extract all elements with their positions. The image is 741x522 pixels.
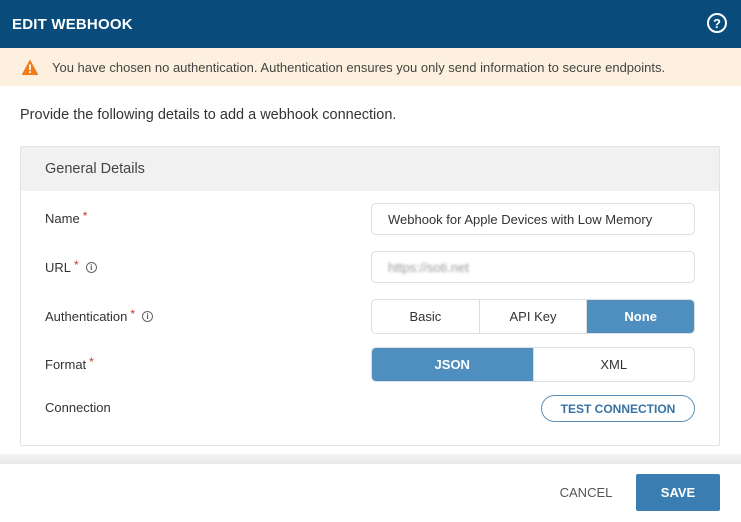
warning-text: You have chosen no authentication. Authe… — [52, 59, 666, 75]
connection-label: Connection — [45, 400, 111, 415]
authentication-label: Authentication * i — [45, 306, 154, 324]
required-marker: * — [82, 208, 88, 223]
dialog-footer — [0, 464, 741, 522]
test-connection-button[interactable]: TEST CONNECTION — [541, 395, 695, 422]
warning-banner: You have chosen no authentication. Authe… — [0, 48, 741, 86]
required-marker: * — [89, 354, 94, 369]
auth-option-none[interactable]: None — [587, 300, 694, 333]
section-title: General Details — [21, 147, 719, 191]
save-button[interactable]: SAVE — [636, 474, 720, 511]
info-icon[interactable]: i — [85, 262, 97, 273]
auth-option-api-key[interactable]: API Key — [480, 300, 588, 333]
warning-triangle-icon — [22, 59, 38, 75]
format-toggle: JSON XML — [371, 347, 695, 382]
format-label-text: Format — [45, 357, 87, 372]
format-option-xml[interactable]: XML — [534, 348, 695, 381]
url-input-value: https://soti.net — [388, 259, 469, 275]
format-label: Format * — [45, 354, 94, 373]
url-input[interactable]: https://soti.net — [371, 251, 695, 283]
footer-divider — [0, 454, 741, 464]
cancel-button[interactable]: CANCEL — [556, 475, 616, 510]
name-label-text: Name — [45, 211, 80, 226]
url-label: URL * i — [45, 257, 97, 275]
name-input[interactable]: Webhook for Apple Devices with Low Memor… — [371, 203, 695, 235]
connection-label-text: Connection — [45, 400, 111, 415]
info-icon[interactable]: i — [142, 311, 154, 322]
format-option-json[interactable]: JSON — [372, 348, 534, 381]
authentication-toggle: Basic API Key None — [371, 299, 695, 334]
general-details-card: General Details Name * Webhook for Apple… — [20, 146, 720, 446]
help-icon[interactable]: ? — [707, 13, 727, 33]
name-label: Name * — [45, 208, 88, 227]
dialog-title: EDIT WEBHOOK — [12, 15, 133, 33]
authentication-label-text: Authentication — [45, 309, 128, 324]
dialog-header: EDIT WEBHOOK ? — [0, 0, 741, 48]
url-label-text: URL — [45, 260, 72, 275]
intro-text: Provide the following details to add a w… — [20, 107, 397, 123]
name-input-value: Webhook for Apple Devices with Low Memor… — [388, 211, 653, 227]
required-marker: * — [130, 306, 136, 321]
required-marker: * — [74, 257, 79, 272]
auth-option-basic[interactable]: Basic — [372, 300, 480, 333]
